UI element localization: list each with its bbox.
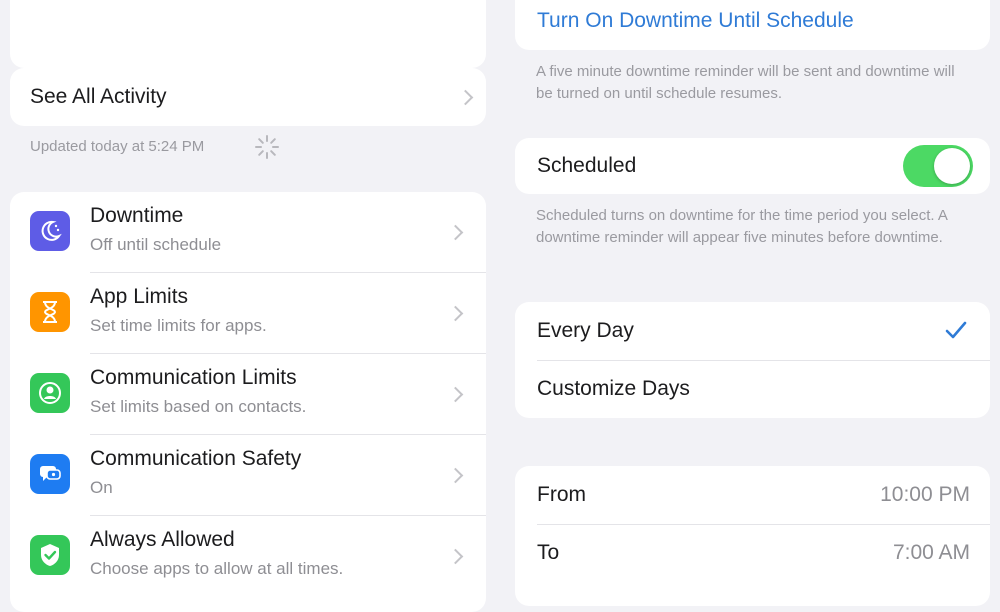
chevron-right-icon — [447, 224, 464, 241]
toggle-knob — [934, 148, 970, 184]
see-all-activity-row[interactable]: See All Activity — [10, 68, 486, 126]
checkmark-icon — [945, 320, 967, 345]
reminder-note: A five minute downtime reminder will be … — [536, 63, 955, 102]
see-all-activity-label: See All Activity — [30, 85, 167, 108]
downtime-settings-panel: Turn On Downtime Until Schedule A five m… — [500, 0, 1000, 606]
scheduled-toggle[interactable] — [903, 145, 973, 187]
item-title: App Limits — [90, 285, 189, 308]
turn-on-downtime-card[interactable]: Turn On Downtime Until Schedule — [515, 0, 990, 50]
scheduled-row: Scheduled — [515, 138, 990, 194]
hourglass-icon — [30, 292, 70, 332]
customize-days-label: Customize Days — [537, 377, 690, 400]
item-subtitle: On — [90, 478, 113, 497]
list-item-downtime[interactable]: Downtime Off until schedule — [10, 192, 486, 272]
schedule-days-card: Every Day Customize Days — [515, 302, 990, 418]
from-label: From — [537, 483, 586, 506]
item-subtitle: Off until schedule — [90, 235, 222, 254]
to-row[interactable]: To 7:00 AM — [515, 525, 990, 583]
scheduled-note: Scheduled turns on downtime for the time… — [536, 207, 948, 246]
chevron-right-icon — [447, 548, 464, 565]
updated-timestamp: Updated today at 5:24 PM — [30, 138, 205, 155]
screen-time-panel: See All Activity Updated today at 5:24 P… — [0, 0, 500, 612]
scheduled-label: Scheduled — [537, 154, 637, 177]
list-item-always-allowed[interactable]: Always Allowed Choose apps to allow at a… — [10, 516, 486, 596]
person-circle-icon — [30, 373, 70, 413]
option-customize-days[interactable]: Customize Days — [515, 361, 990, 418]
time-range-card: From 10:00 PM To 7:00 AM — [515, 466, 990, 606]
activity-spinner-icon — [253, 133, 281, 161]
downtime-icon — [30, 211, 70, 251]
item-subtitle: Choose apps to allow at all times. — [90, 559, 344, 578]
item-title: Downtime — [90, 204, 184, 227]
list-item-communication-limits[interactable]: Communication Limits Set limits based on… — [10, 354, 486, 434]
from-value: 10:00 PM — [880, 483, 970, 506]
top-card — [10, 0, 486, 68]
item-subtitle: Set time limits for apps. — [90, 316, 267, 335]
to-label: To — [537, 541, 560, 564]
chevron-right-icon — [447, 305, 464, 322]
item-subtitle: Set limits based on contacts. — [90, 397, 307, 416]
settings-list: Downtime Off until schedule App Limits S… — [10, 192, 486, 612]
chevron-right-icon — [447, 467, 464, 484]
to-value: 7:00 AM — [892, 541, 970, 564]
option-every-day[interactable]: Every Day — [515, 302, 990, 360]
item-title: Communication Limits — [90, 366, 297, 389]
turn-on-downtime-link[interactable]: Turn On Downtime Until Schedule — [537, 9, 854, 33]
from-row[interactable]: From 10:00 PM — [515, 466, 990, 524]
chat-bubble-icon — [30, 454, 70, 494]
chevron-right-icon — [457, 89, 474, 106]
every-day-label: Every Day — [537, 319, 634, 342]
list-item-app-limits[interactable]: App Limits Set time limits for apps. — [10, 273, 486, 353]
item-title: Always Allowed — [90, 528, 235, 551]
checkmark-shield-icon — [30, 535, 70, 575]
item-title: Communication Safety — [90, 447, 302, 470]
list-item-communication-safety[interactable]: Communication Safety On — [10, 435, 486, 515]
chevron-right-icon — [447, 386, 464, 403]
